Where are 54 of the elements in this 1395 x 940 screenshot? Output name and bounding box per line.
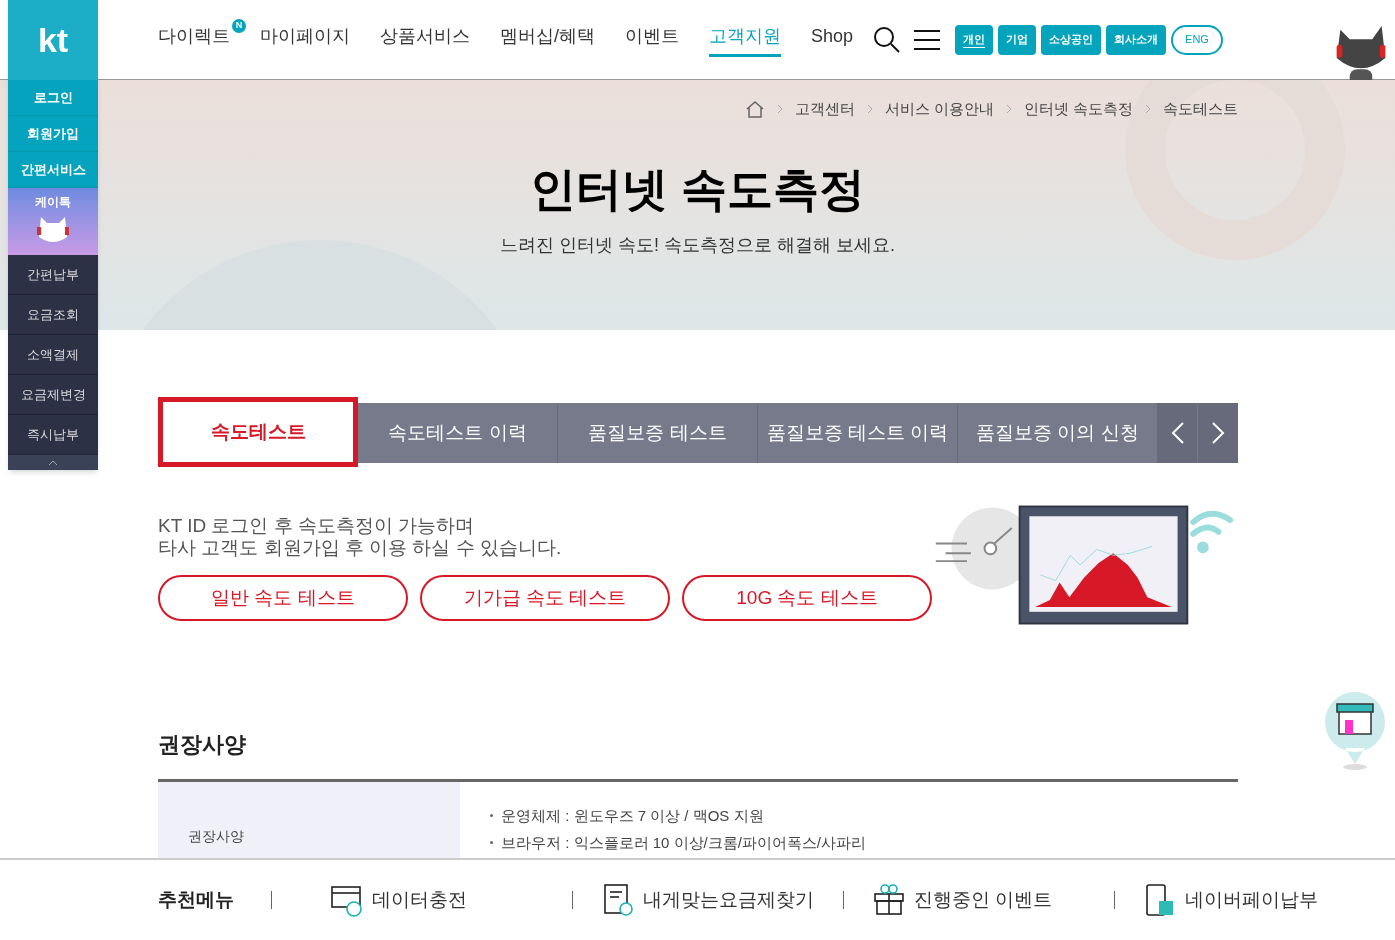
bullet-icon	[490, 814, 493, 817]
menu-icon[interactable]	[913, 27, 942, 52]
chevron-right-icon	[776, 104, 783, 115]
chevron-right-icon	[1211, 421, 1225, 445]
recommended-menu-link[interactable]: 내게맞는요금제찾기	[601, 883, 815, 917]
chevron-up-icon	[48, 459, 58, 466]
page-title: 인터넷 속도측정	[530, 161, 865, 217]
nav-link[interactable]: Shop	[811, 22, 854, 57]
nav-link[interactable]: 마이페이지	[260, 22, 350, 57]
info-text: 타사 고객도 회원가입 후 이용 하실 수 있습니다.	[158, 537, 563, 559]
breadcrumb-link[interactable]: 속도테스트	[1163, 98, 1238, 121]
next-button[interactable]	[1198, 403, 1238, 463]
bullet-icon	[490, 841, 493, 844]
recommended-menu-title: 추천메뉴	[158, 887, 234, 912]
sidebar-item[interactable]: 요금제변경	[8, 375, 98, 415]
sidebar-item[interactable]: 요금조회	[8, 295, 98, 335]
document-icon	[601, 883, 635, 917]
chevron-right-icon	[866, 104, 873, 115]
nav-link[interactable]: 이벤트	[625, 22, 679, 57]
nav-link[interactable]: 멤버십/혜택	[500, 22, 595, 57]
nav-link[interactable]: 상품서비스	[380, 22, 470, 57]
tab[interactable]: 속도테스트	[158, 397, 358, 467]
tab[interactable]: 품질보증 테스트	[558, 403, 758, 463]
recommended-menu-link[interactable]: 진행중인 이벤트	[872, 883, 1086, 917]
chevron-right-icon	[1145, 104, 1151, 115]
store-pin-icon[interactable]	[1323, 690, 1387, 772]
gift-icon	[872, 883, 906, 917]
previous-button[interactable]	[1158, 403, 1198, 463]
info-text: KT ID 로그인 후 속도측정이 가능하며	[158, 515, 476, 537]
recommended-menu-link[interactable]: 데이터충전	[330, 883, 544, 917]
speed-test-button[interactable]: 일반 속도 테스트	[158, 575, 408, 621]
breadcrumb-link[interactable]: 인터넷 속도측정	[1023, 98, 1133, 121]
tab[interactable]: 품질보증 테스트 이력	[758, 403, 958, 463]
table-cell-text: 브라우저 : 익스플로러 10 이상/크롬/파이어폭스/사파리	[501, 833, 867, 853]
sidebar-item[interactable]: 소액결제	[8, 335, 98, 375]
new-badge: N	[232, 18, 246, 33]
card-icon	[330, 883, 364, 917]
chatbot-label: 케이톡	[35, 194, 71, 211]
speed-test-button[interactable]: 10G 속도 테스트	[682, 575, 932, 621]
tab[interactable]: 속도테스트 이력	[358, 403, 558, 463]
sidebar-item[interactable]: 즉시납부	[8, 415, 98, 455]
recommended-menu-link[interactable]: 네이버페이납부	[1143, 883, 1357, 917]
table-cell-text: 운영체제 : 윈도우즈 7 이상 / 맥OS 지원	[501, 806, 764, 826]
speed-test-button[interactable]: 기가급 속도 테스트	[420, 575, 670, 621]
chevron-right-icon	[1005, 104, 1012, 115]
sidebar-item[interactable]: 간편납부	[8, 255, 98, 295]
chevron-left-icon	[1170, 421, 1185, 445]
search-icon[interactable]	[873, 25, 902, 54]
section-title: 권장사양	[158, 731, 247, 759]
page-subtitle: 느려진 인터넷 속도! 속도측정으로 해결해 보세요.	[500, 233, 895, 257]
breadcrumb-link[interactable]: 서비스 이용안내	[884, 98, 994, 121]
home-icon[interactable]	[744, 100, 765, 119]
tab[interactable]: 품질보증 이의 신청	[958, 403, 1158, 463]
breadcrumb-link[interactable]: 고객센터	[794, 98, 855, 121]
